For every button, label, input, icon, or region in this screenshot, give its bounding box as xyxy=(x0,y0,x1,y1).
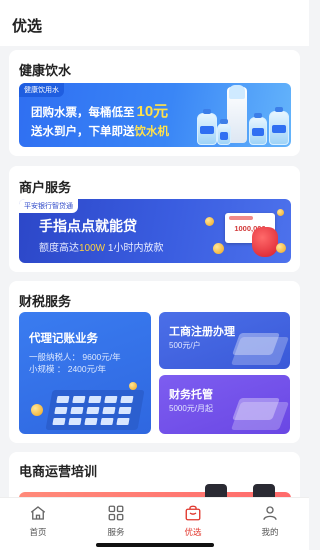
person-icon xyxy=(263,506,277,520)
tab-services-label: 服务 xyxy=(107,527,125,537)
home-icon xyxy=(30,506,46,520)
coin-icon xyxy=(129,382,137,390)
loan-banner-tag: 平安银行智贷通 xyxy=(19,199,78,213)
water-promo-banner[interactable]: 健康饮用水 团购水票，每桶低至 10元 送水到户，下单即送饮水机 xyxy=(19,83,291,147)
section-title-merchant: 商户服务 xyxy=(19,180,72,195)
loan-banner-line2: 额度高达100W 1小时内放款 xyxy=(39,243,164,254)
water-banner-line2: 送水到户，下单即送饮水机 xyxy=(31,126,169,138)
water-bottle-image xyxy=(269,107,289,145)
section-title-water: 健康饮水 xyxy=(19,63,72,78)
home-indicator xyxy=(96,543,214,547)
coin-icon xyxy=(31,404,43,416)
water-bottle-image xyxy=(249,113,267,145)
financial-custody-tile[interactable]: 财务托管 5000元/月起 xyxy=(159,375,290,434)
page-header: 优选 xyxy=(0,0,309,46)
registration-price: 500元/户 xyxy=(169,341,201,350)
coin-icon xyxy=(213,243,224,254)
water-price: 10元 xyxy=(136,103,169,120)
section-title-tax: 财税服务 xyxy=(19,294,72,309)
grid-icon xyxy=(108,505,124,521)
tab-mine-label: 我的 xyxy=(261,527,279,537)
tab-featured[interactable]: 优选 xyxy=(163,502,223,542)
tab-mine[interactable]: 我的 xyxy=(240,502,300,542)
page-title: 优选 xyxy=(12,18,43,35)
section-healthy-water: 健康饮水 健康饮用水 团购水票，每桶低至 10元 送水到户，下单即送饮水机 xyxy=(9,50,300,156)
water-banner-line1: 团购水票，每桶低至 10元 xyxy=(31,103,169,120)
water-banner-tag: 健康饮用水 xyxy=(19,83,64,97)
section-title-ecom: 电商运营培训 xyxy=(19,464,98,479)
accounting-price-small: 小规模 ： 2400元/年 xyxy=(29,364,106,374)
accounting-service-tile[interactable]: 代理记账业务 一般纳税人： 9600元/年 小规模 ： 2400元/年 xyxy=(19,312,151,434)
water-bottle-image xyxy=(197,109,217,145)
cash-icon xyxy=(230,402,290,430)
business-registration-tile[interactable]: 工商注册办理 500元/户 xyxy=(159,312,290,369)
coin-icon xyxy=(276,243,286,253)
coin-icon xyxy=(205,217,214,226)
tab-home[interactable]: 首页 xyxy=(8,502,68,542)
yen-book-icon xyxy=(230,337,290,365)
tab-home-label: 首页 xyxy=(29,527,47,537)
tab-featured-label: 优选 xyxy=(184,527,202,537)
tab-services[interactable]: 服务 xyxy=(86,502,146,542)
section-tax-services: 财税服务 代理记账业务 一般纳税人： 9600元/年 小规模 ： 2400元/年… xyxy=(9,281,300,443)
calculator-icon xyxy=(45,390,145,430)
accounting-price-general: 一般纳税人： 9600元/年 xyxy=(29,352,121,362)
section-merchant-services: 商户服务 平安银行智贷通 手指点点就能贷 额度高达100W 1小时内放款 100… xyxy=(9,166,300,272)
coin-icon xyxy=(277,209,284,216)
loan-promo-banner[interactable]: 平安银行智贷通 手指点点就能贷 额度高达100W 1小时内放款 1000,000 xyxy=(19,199,291,263)
money-bag-icon xyxy=(252,227,278,257)
water-bottle-image xyxy=(217,119,231,145)
bag-icon xyxy=(185,505,201,521)
registration-title: 工商注册办理 xyxy=(169,326,235,338)
loan-banner-line1: 手指点点就能贷 xyxy=(39,218,137,234)
accounting-title: 代理记账业务 xyxy=(29,333,98,345)
custody-price: 5000元/月起 xyxy=(169,404,214,413)
custody-title: 财务托管 xyxy=(169,389,213,401)
